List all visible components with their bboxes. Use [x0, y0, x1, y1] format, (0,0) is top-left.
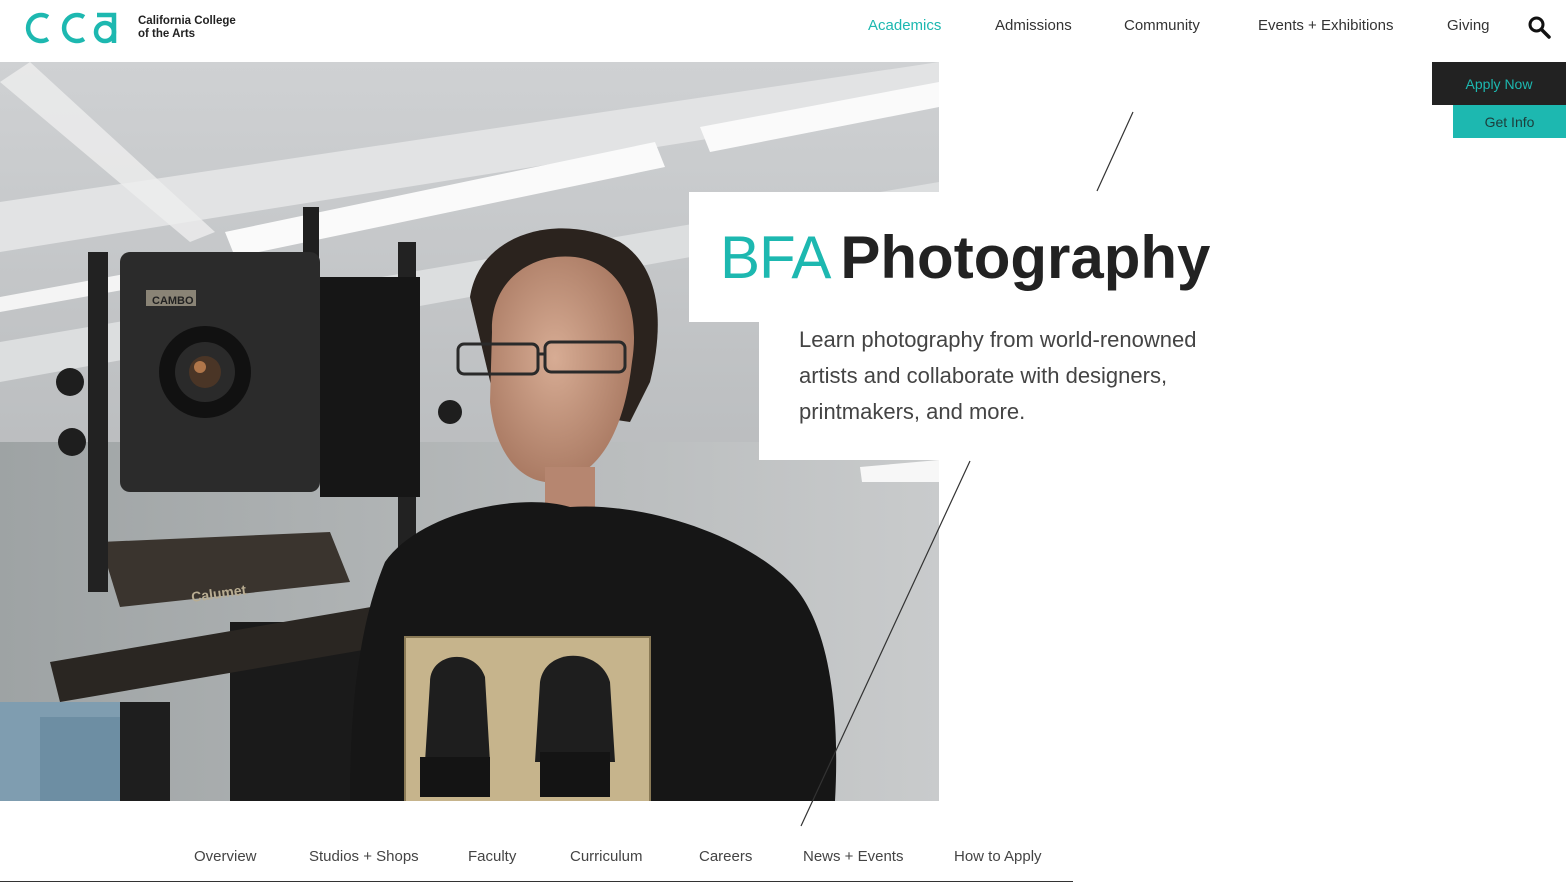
title-program: Photography [840, 224, 1211, 291]
subnav-how-to-apply[interactable]: How to Apply [954, 848, 1042, 865]
subnav-studios-shops[interactable]: Studios + Shops [309, 848, 419, 865]
search-icon[interactable] [1527, 15, 1551, 39]
subnav-news-events[interactable]: News + Events [803, 848, 903, 865]
nav-giving[interactable]: Giving [1447, 17, 1490, 34]
subnav-overview[interactable]: Overview [194, 848, 257, 865]
program-description: Learn photography from world-renowned ar… [799, 327, 1197, 424]
subnav-curriculum[interactable]: Curriculum [570, 848, 643, 865]
subnav-divider [0, 881, 1073, 882]
cca-letters-icon [25, 12, 117, 44]
apply-now-button[interactable]: Apply Now [1432, 62, 1566, 105]
nav-community[interactable]: Community [1124, 17, 1200, 34]
nav-events-exhibitions[interactable]: Events + Exhibitions [1258, 17, 1394, 34]
cca-logo-mark [18, 10, 126, 46]
page-title: BFA Photography [720, 222, 1210, 294]
nav-academics[interactable]: Academics [868, 17, 941, 34]
site-logo[interactable]: California College of the Arts [18, 10, 236, 46]
subnav-careers[interactable]: Careers [699, 848, 752, 865]
subnav-faculty[interactable]: Faculty [468, 848, 516, 865]
logo-wordmark: California College of the Arts [138, 15, 236, 41]
nav-admissions[interactable]: Admissions [995, 17, 1072, 34]
title-degree: BFA [720, 224, 831, 291]
lens-brand-text: CAMBO [152, 295, 194, 307]
logo-name-line1: California College [138, 15, 236, 27]
get-info-button[interactable]: Get Info [1453, 105, 1566, 138]
logo-name-line2: of the Arts [138, 28, 196, 40]
